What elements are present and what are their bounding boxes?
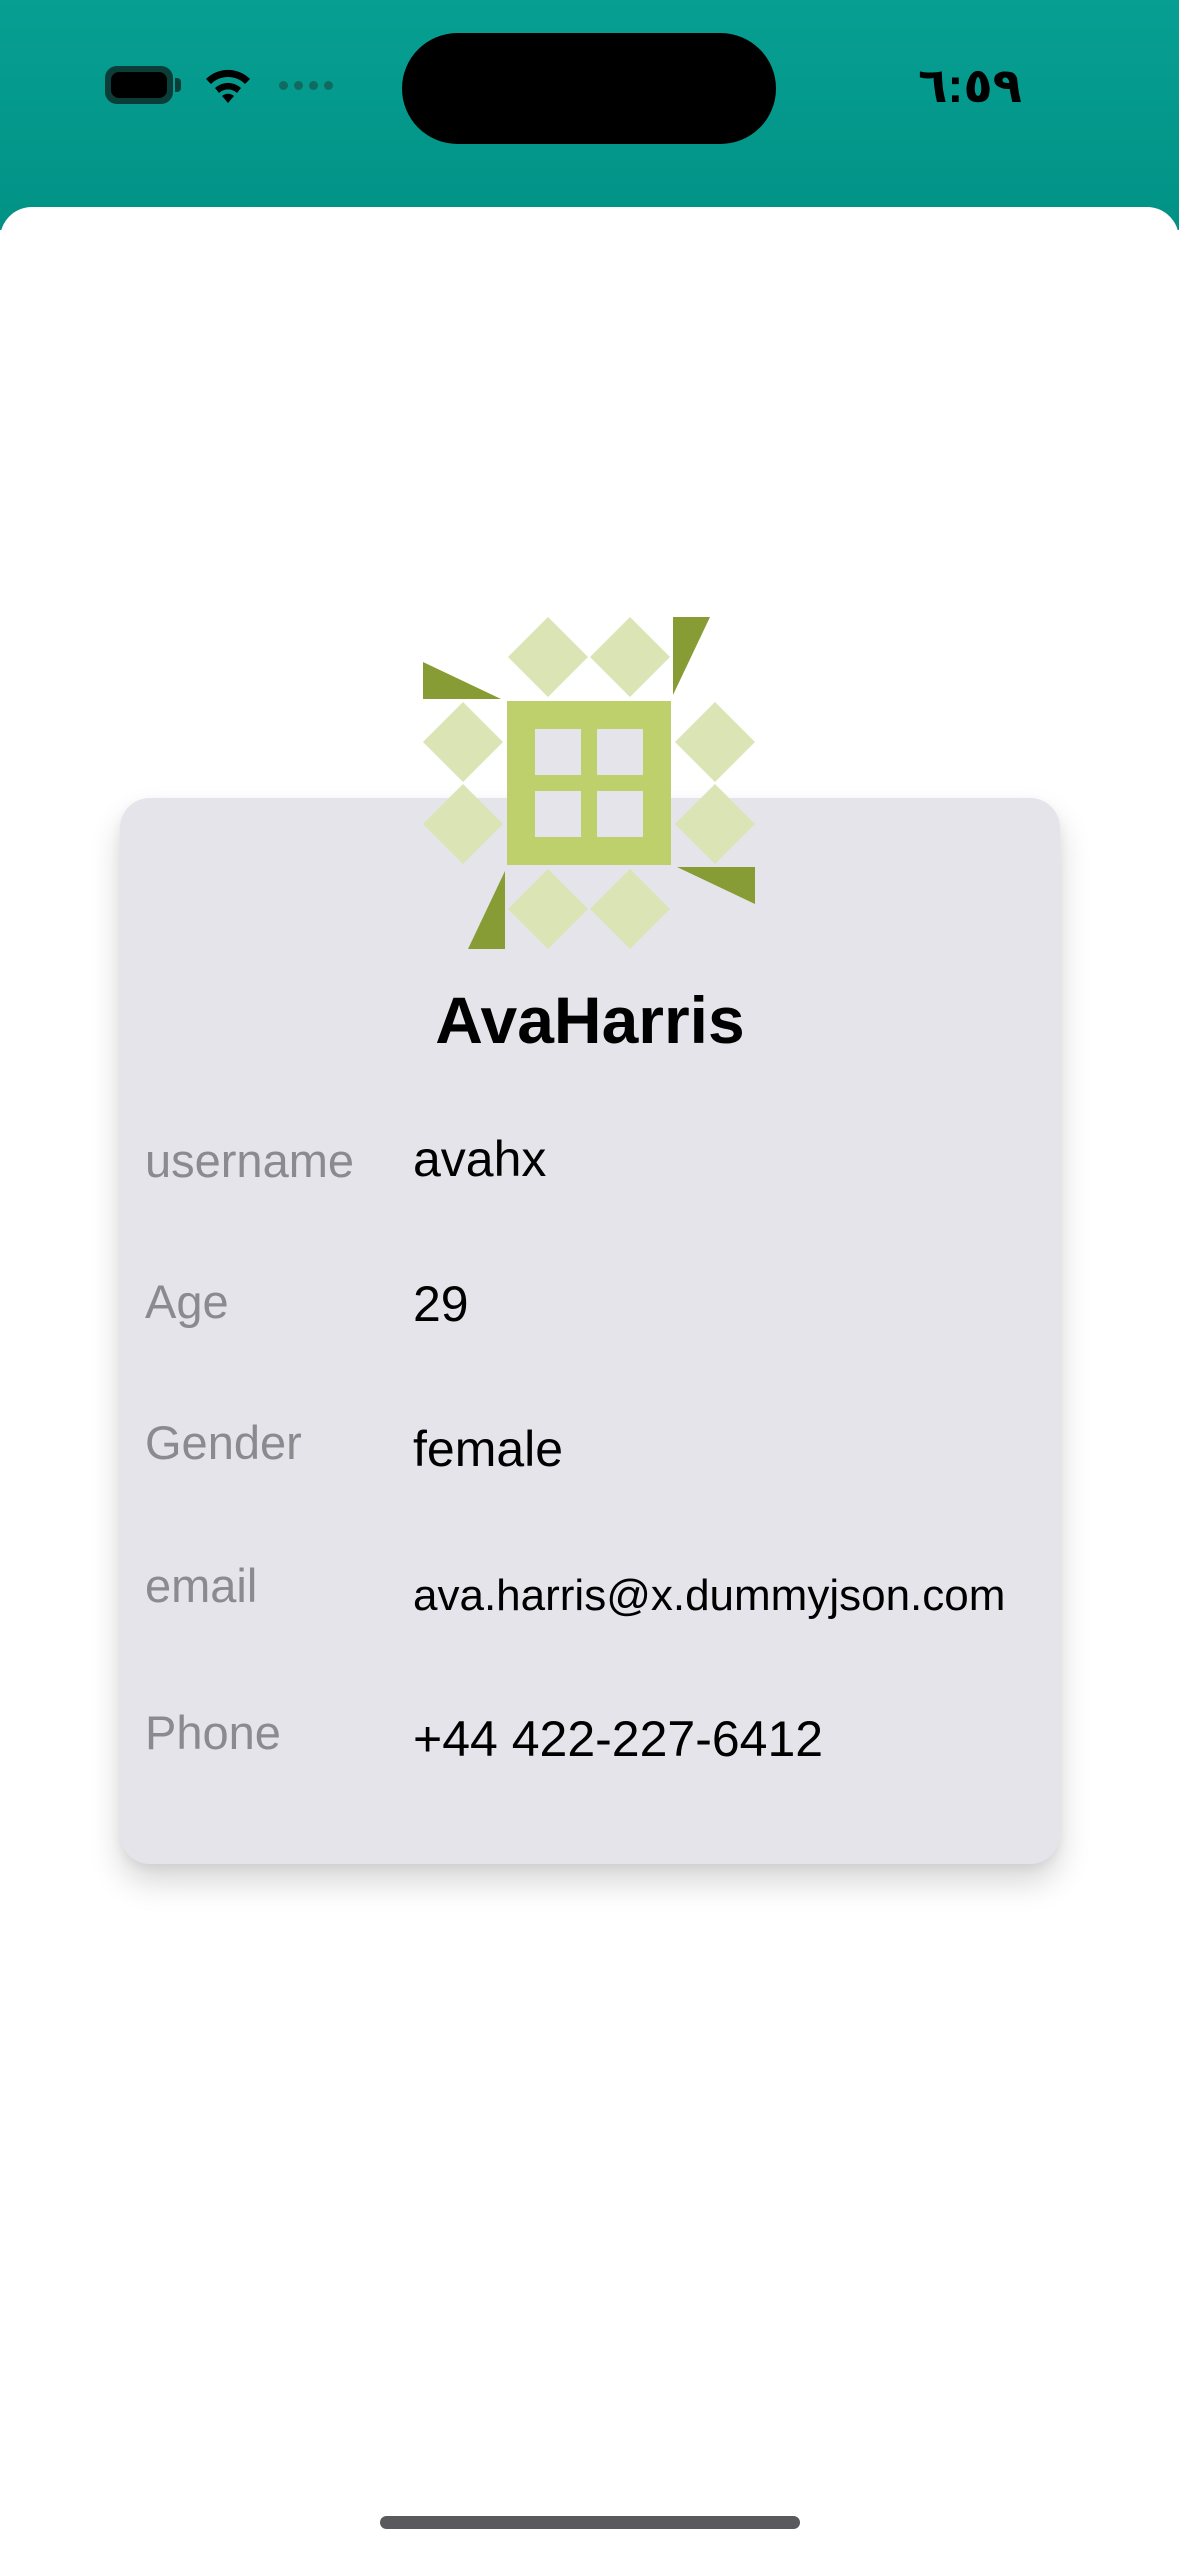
gender-value: female — [413, 1421, 564, 1477]
status-icons — [105, 60, 333, 110]
status-time: ٦:٥٩ — [918, 60, 1022, 113]
gender-label: Gender — [145, 1416, 302, 1469]
age-value: 29 — [413, 1276, 469, 1332]
email-value: ava.harris@x.dummyjson.com — [413, 1571, 1006, 1620]
signal-dots-icon — [279, 80, 333, 90]
avatar — [423, 617, 755, 949]
battery-icon — [105, 66, 181, 104]
status-bar: ٦:٥٩ — [0, 0, 1179, 230]
username-label: username — [145, 1134, 354, 1187]
username-value: avahx — [413, 1131, 547, 1187]
email-label: email — [145, 1559, 258, 1612]
wifi-icon — [203, 65, 253, 105]
phone-label: Phone — [145, 1706, 281, 1759]
profile-name: AvaHarris — [435, 983, 745, 1057]
identicon-avatar-icon — [423, 617, 755, 949]
home-indicator[interactable] — [380, 2516, 800, 2529]
phone-value: +44 422-227-6412 — [413, 1711, 824, 1767]
age-label: Age — [145, 1275, 229, 1328]
dynamic-island — [402, 33, 776, 144]
